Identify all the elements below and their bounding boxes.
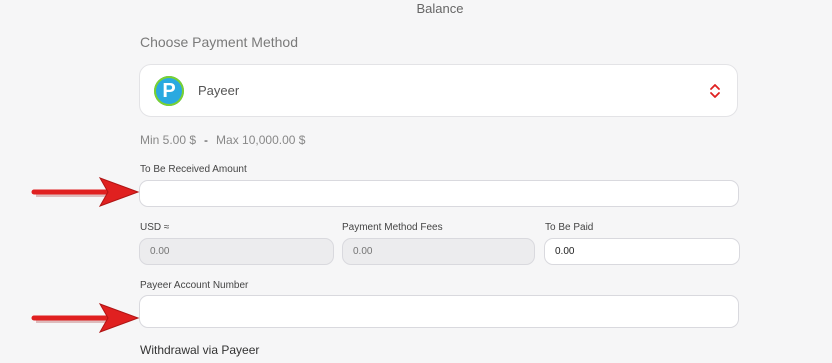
- page-title: Balance: [416, 1, 464, 16]
- to-be-paid-label: To Be Paid: [545, 222, 594, 233]
- account-number-input[interactable]: [139, 295, 739, 328]
- min-limit: Min 5.00 $: [140, 133, 197, 147]
- red-arrow-icon: [31, 177, 140, 207]
- select-chevrons-icon: [710, 84, 720, 98]
- limit-separator: -: [204, 133, 209, 147]
- received-amount-input[interactable]: [139, 180, 739, 207]
- selected-method-label: Payeer: [198, 83, 240, 98]
- payeer-logo-icon: P: [154, 76, 184, 106]
- withdrawal-heading: Withdrawal via Payeer: [140, 343, 260, 357]
- usd-label: USD ≈: [140, 222, 170, 233]
- red-arrow-icon: [31, 303, 140, 333]
- amount-limits: Min 5.00 $ - Max 10,000.00 $: [140, 133, 305, 147]
- received-amount-label: To Be Received Amount: [140, 164, 247, 175]
- payment-method-select[interactable]: P Payeer: [139, 64, 738, 117]
- fees-input: [342, 238, 535, 265]
- to-be-paid-input[interactable]: [544, 238, 740, 265]
- fees-label: Payment Method Fees: [342, 222, 443, 233]
- max-limit: Max 10,000.00 $: [216, 133, 306, 147]
- account-number-label: Payeer Account Number: [140, 280, 249, 291]
- payment-method-heading: Choose Payment Method: [140, 34, 298, 50]
- usd-input: [139, 238, 334, 265]
